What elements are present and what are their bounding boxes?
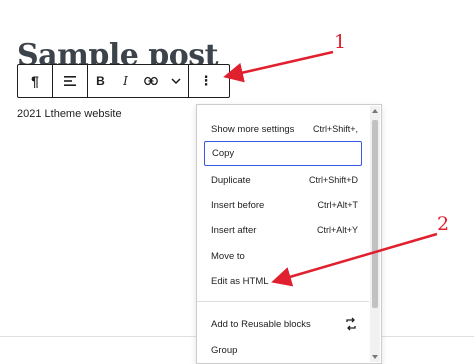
menu-item-label: Copy [212, 148, 235, 159]
menu-item-label: Insert before [211, 199, 265, 211]
annotation-label-2: 2 [437, 213, 450, 235]
menu-item-duplicate[interactable]: Duplicate Ctrl+Shift+D [204, 168, 364, 192]
italic-button[interactable]: I [113, 65, 138, 97]
paragraph-button[interactable]: ¶ [18, 65, 52, 97]
menu-item-shortcut: Ctrl+Alt+Y [316, 225, 358, 235]
bold-button[interactable]: B [88, 65, 113, 97]
menu-item-insert-before[interactable]: Insert before Ctrl+Alt+T [204, 193, 364, 217]
block-toolbar: ¶ B I ⋮ [17, 64, 230, 98]
scroll-thumb[interactable] [372, 120, 378, 308]
menu-item-label: Duplicate [211, 174, 251, 186]
options-menu: Show more settings Ctrl+Shift+, Copy Dup… [196, 104, 382, 364]
paragraph-icon: ¶ [31, 73, 39, 89]
menu-item-label: Insert after [211, 224, 257, 236]
menu-item-shortcut: Ctrl+Shift+, [312, 124, 358, 134]
menu-item-label: Add to Reusable blocks [211, 318, 311, 330]
chevron-down-icon [170, 78, 181, 84]
paragraph-block[interactable]: 2021 Ltheme website [17, 108, 122, 120]
link-icon [143, 76, 158, 86]
menu-item-edit-as-html[interactable]: Edit as HTML [204, 269, 364, 293]
format-group: B I [88, 65, 189, 97]
align-left-icon [64, 76, 76, 86]
align-group [53, 65, 88, 97]
menu-item-copy[interactable]: Copy [204, 141, 362, 166]
scroll-up-icon[interactable] [372, 109, 378, 113]
block-type-group: ¶ [18, 65, 53, 97]
menu-item-group[interactable]: Group [204, 338, 364, 362]
options-button[interactable]: ⋮ [189, 65, 223, 97]
reusable-blocks-icon [346, 317, 356, 331]
italic-icon: I [123, 74, 128, 88]
menu-item-add-to-reusable-blocks[interactable]: Add to Reusable blocks [204, 312, 364, 336]
more-options-icon: ⋮ [199, 73, 213, 88]
bold-icon: B [96, 74, 105, 88]
menu-item-shortcut: Ctrl+Shift+D [308, 175, 358, 185]
annotation-arrow-1 [223, 50, 334, 83]
menu-item-insert-after[interactable]: Insert after Ctrl+Alt+Y [204, 218, 364, 242]
align-button[interactable] [53, 65, 87, 97]
menu-item-label: Group [211, 344, 238, 356]
menu-separator [197, 301, 369, 302]
menu-item-label: Edit as HTML [211, 275, 269, 287]
link-button[interactable] [138, 65, 163, 97]
more-formats-button[interactable] [163, 65, 188, 97]
options-group: ⋮ [189, 65, 223, 97]
menu-item-move-to[interactable]: Move to [204, 244, 364, 268]
menu-scrollbar[interactable] [370, 106, 380, 362]
scroll-down-icon[interactable] [372, 355, 378, 359]
menu-item-label: Show more settings [211, 123, 295, 135]
menu-item-show-more-settings[interactable]: Show more settings Ctrl+Shift+, [204, 117, 364, 141]
annotation-label-1: 1 [334, 31, 347, 53]
menu-item-label: Move to [211, 250, 245, 262]
menu-item-shortcut: Ctrl+Alt+T [317, 200, 358, 210]
